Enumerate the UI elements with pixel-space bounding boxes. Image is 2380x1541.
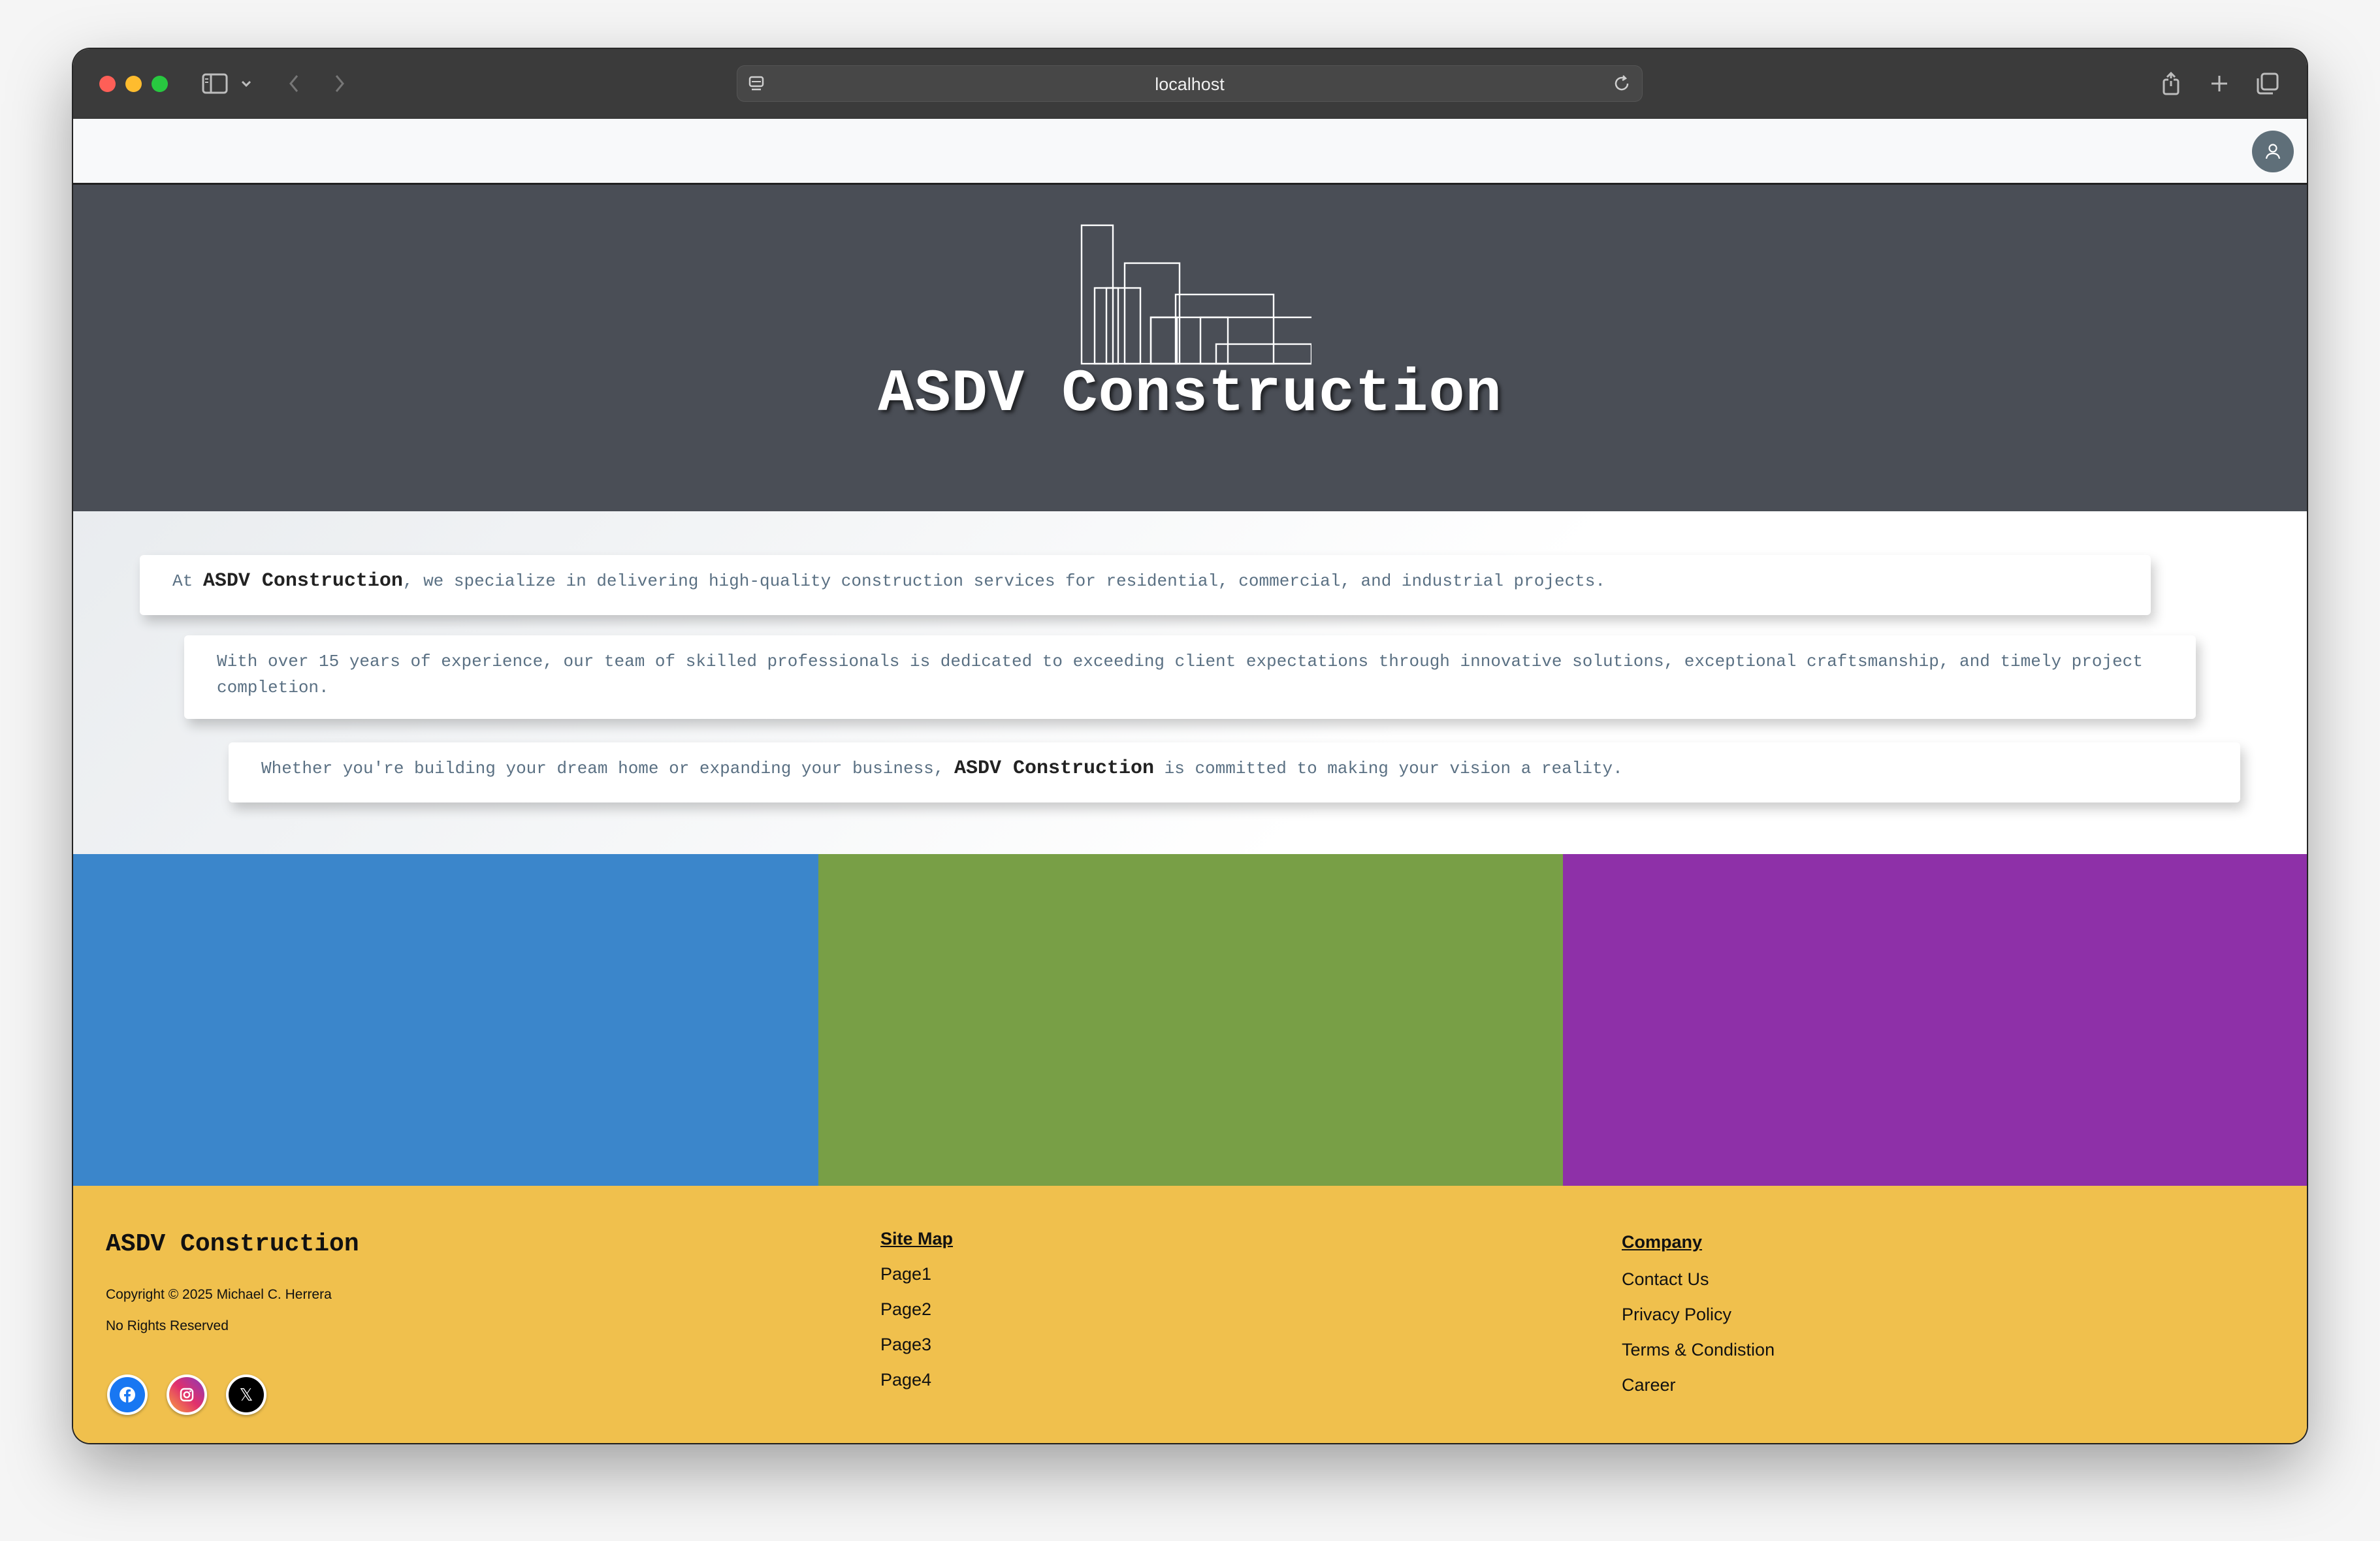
browser-toolbar: localhost xyxy=(73,49,2307,119)
about-text: With over 15 years of experience, our te… xyxy=(217,652,2143,697)
instagram-link[interactable] xyxy=(167,1374,207,1415)
instagram-icon xyxy=(169,1377,204,1412)
chevron-down-icon[interactable] xyxy=(236,67,256,100)
about-card: At ASDV Construction, we specialize in d… xyxy=(140,555,2151,615)
about-text: is committed to making your vision a rea… xyxy=(1154,759,1623,778)
sitemap-link-page1[interactable]: Page1 xyxy=(880,1264,931,1284)
company-link-career[interactable]: Career xyxy=(1622,1375,1676,1395)
footer-brand: ASDV Construction xyxy=(106,1230,359,1258)
zoom-window-button[interactable] xyxy=(152,76,168,92)
sitemap-link-page2[interactable]: Page2 xyxy=(880,1299,931,1320)
footer: ASDV Construction Copyright © 2025 Micha… xyxy=(73,1186,2307,1443)
copyright-text: Copyright © 2025 Michael C. Herrera xyxy=(106,1287,332,1302)
x-link[interactable]: 𝕏 xyxy=(226,1374,266,1415)
about-card: With over 15 years of experience, our te… xyxy=(184,635,2196,719)
about-text: , we specialize in delivering high-quali… xyxy=(402,571,1605,591)
company-link-privacy[interactable]: Privacy Policy xyxy=(1622,1305,1731,1325)
close-window-button[interactable] xyxy=(99,76,116,92)
forward-icon[interactable] xyxy=(327,67,353,100)
browser-window: localhost ASDV Construction At ASDV Cons… xyxy=(73,49,2307,1443)
tab-overview-icon[interactable] xyxy=(2253,67,2282,100)
minimize-window-button[interactable] xyxy=(125,76,142,92)
rights-text: No Rights Reserved xyxy=(106,1318,229,1333)
company-title: Company xyxy=(1622,1232,1703,1252)
sitemap-title: Site Map xyxy=(880,1229,954,1248)
about-card: Whether you're building your dream home … xyxy=(229,742,2240,802)
sitemap-link-page3[interactable]: Page3 xyxy=(880,1335,931,1355)
facebook-icon xyxy=(110,1377,145,1412)
hero-section: ASDV Construction xyxy=(73,185,2307,511)
hero-title: ASDV Construction xyxy=(878,360,1502,428)
green-panel xyxy=(818,854,1563,1186)
navbar xyxy=(73,119,2307,185)
sidebar-toggle-icon[interactable] xyxy=(199,67,231,100)
user-avatar-button[interactable] xyxy=(2252,131,2294,172)
new-tab-icon[interactable] xyxy=(2205,67,2234,100)
x-icon: 𝕏 xyxy=(229,1377,264,1412)
brand-name: ASDV Construction xyxy=(954,757,1155,780)
back-icon[interactable] xyxy=(281,67,307,100)
building-logo-icon xyxy=(1080,224,1311,365)
company-link-terms[interactable]: Terms & Condistion xyxy=(1622,1340,1775,1360)
about-section: At ASDV Construction, we specialize in d… xyxy=(73,511,2307,854)
brand-name: ASDV Construction xyxy=(202,570,403,592)
url-text: localhost xyxy=(1155,74,1225,94)
blue-panel xyxy=(73,854,818,1186)
about-text: Whether you're building your dream home … xyxy=(261,759,954,778)
company-link-contact[interactable]: Contact Us xyxy=(1622,1269,1709,1290)
share-icon[interactable] xyxy=(2157,67,2185,100)
about-text: At xyxy=(172,571,203,591)
reload-icon[interactable] xyxy=(1612,74,1632,97)
facebook-link[interactable] xyxy=(107,1374,148,1415)
sitemap-link-page4[interactable]: Page4 xyxy=(880,1370,931,1390)
purple-panel xyxy=(1563,854,2307,1186)
user-icon xyxy=(2265,144,2281,159)
address-bar[interactable]: localhost xyxy=(737,65,1643,102)
